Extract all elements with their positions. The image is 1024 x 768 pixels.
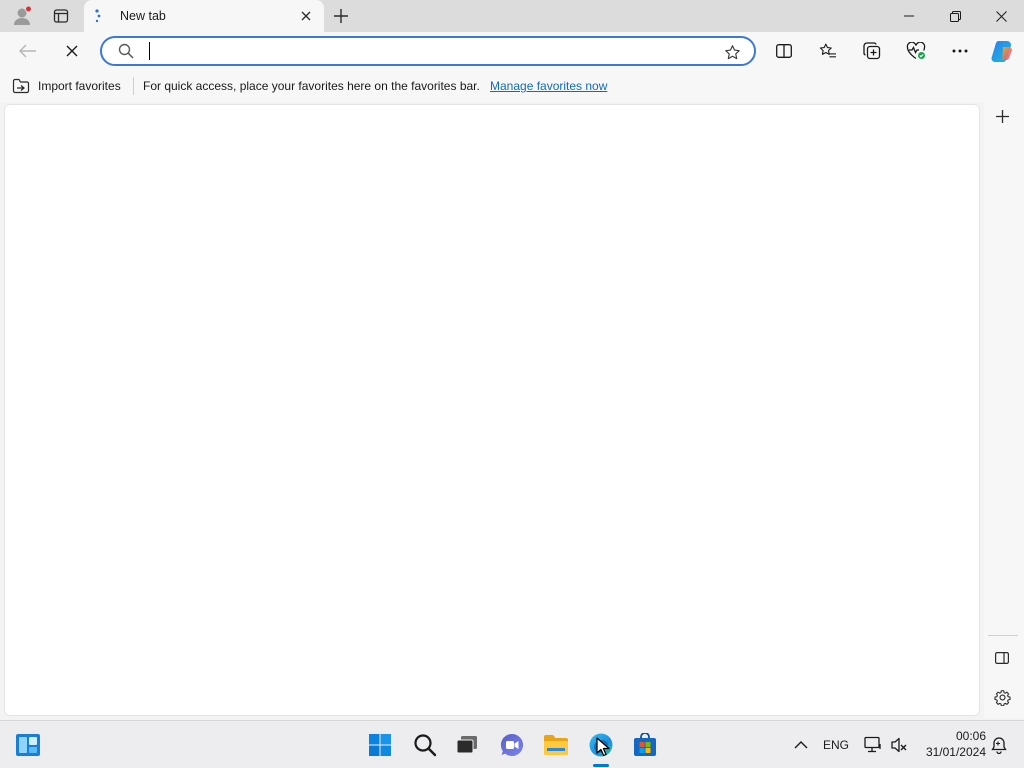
- close-icon: [995, 10, 1007, 22]
- task-view-button[interactable]: [453, 731, 481, 759]
- widgets-button[interactable]: [14, 731, 42, 759]
- navigation-toolbar: [0, 32, 1024, 70]
- active-app-indicator: [593, 764, 609, 767]
- clock[interactable]: 00:06 31/01/2024: [918, 729, 986, 759]
- favorites-bar: Import favorites For quick access, place…: [0, 70, 1024, 102]
- sidebar-panel-icon: [995, 652, 1009, 664]
- copilot-button[interactable]: [988, 36, 1016, 66]
- plus-icon: [995, 109, 1009, 123]
- import-favorites-label: Import favorites: [38, 79, 121, 93]
- search-icon: [413, 733, 437, 757]
- taskbar-search-button[interactable]: [411, 731, 439, 759]
- clock-date: 31/01/2024: [925, 745, 986, 759]
- volume-button[interactable]: [888, 734, 910, 756]
- split-screen-button[interactable]: [770, 37, 798, 65]
- address-bar[interactable]: [100, 36, 756, 66]
- show-hidden-icons-button[interactable]: [790, 735, 812, 755]
- restore-button[interactable]: [940, 2, 970, 30]
- notification-bell-icon: [990, 736, 1008, 754]
- close-window-button[interactable]: [986, 2, 1016, 30]
- address-input[interactable]: [148, 41, 708, 61]
- more-horizontal-icon: [952, 49, 968, 53]
- close-icon: [301, 11, 311, 21]
- hide-sidebar-button[interactable]: [988, 646, 1016, 670]
- tab-title: New tab: [120, 9, 166, 23]
- windows-start-icon: [368, 733, 392, 757]
- chat-icon: [499, 732, 525, 758]
- teams-chat-button[interactable]: [498, 731, 526, 759]
- volume-muted-icon: [890, 736, 908, 754]
- plus-icon: [334, 9, 348, 23]
- import-folder-icon: [12, 78, 30, 94]
- profile-button[interactable]: [8, 4, 36, 28]
- new-tab-button[interactable]: [330, 4, 352, 28]
- minimize-icon: [904, 11, 914, 21]
- close-icon: [66, 45, 78, 57]
- loading-spinner-icon: [94, 8, 108, 24]
- import-favorites-button[interactable]: Import favorites: [12, 76, 121, 96]
- notifications-button[interactable]: [988, 734, 1010, 756]
- clock-time: 00:06: [955, 729, 986, 743]
- favorites-list-icon: [819, 43, 837, 59]
- taskbar: ENG 00:06 31/01/2024: [0, 720, 1024, 768]
- collections-icon: [863, 42, 881, 60]
- back-arrow-icon: [19, 44, 37, 58]
- collections-button[interactable]: [858, 37, 886, 65]
- manage-favorites-link[interactable]: Manage favorites now: [490, 79, 607, 93]
- favorites-button[interactable]: [814, 37, 842, 65]
- store-icon: [633, 733, 657, 757]
- heartbeat-icon: [906, 42, 926, 60]
- minimize-button[interactable]: [894, 2, 924, 30]
- network-button[interactable]: [862, 734, 884, 756]
- split-screen-icon: [776, 44, 792, 58]
- tab-actions-button[interactable]: [48, 4, 74, 28]
- microsoft-store-button[interactable]: [631, 731, 659, 759]
- input-language-indicator[interactable]: ENG: [823, 738, 849, 752]
- text-caret: [149, 42, 150, 60]
- add-favorite-button[interactable]: [720, 41, 744, 63]
- search-icon: [118, 43, 134, 59]
- copilot-icon: [989, 38, 1015, 64]
- close-tab-button[interactable]: [298, 8, 314, 24]
- favorites-bar-message: For quick access, place your favorites h…: [143, 79, 480, 93]
- back-button[interactable]: [14, 37, 42, 65]
- folder-icon: [543, 734, 569, 756]
- widgets-icon: [15, 733, 41, 757]
- vertical-tabs-icon: [53, 8, 69, 24]
- gear-icon: [993, 689, 1011, 706]
- add-sidebar-app-button[interactable]: [988, 104, 1016, 128]
- profile-icon: [11, 5, 33, 27]
- edge-sidebar: [984, 102, 1024, 718]
- task-view-icon: [455, 734, 479, 756]
- star-icon: [724, 44, 741, 61]
- browser-essentials-button[interactable]: [902, 37, 930, 65]
- stop-loading-button[interactable]: [58, 37, 86, 65]
- divider: [988, 635, 1018, 636]
- divider: [133, 77, 134, 95]
- file-explorer-button[interactable]: [542, 731, 570, 759]
- restore-icon: [949, 10, 961, 22]
- settings-more-button[interactable]: [946, 37, 974, 65]
- start-button[interactable]: [366, 731, 394, 759]
- title-bar: New tab: [0, 0, 1024, 32]
- mouse-cursor-icon: [596, 737, 610, 757]
- chevron-up-icon: [794, 741, 808, 749]
- tab-new-tab[interactable]: New tab: [84, 0, 324, 32]
- network-disconnected-icon: [863, 736, 883, 754]
- page-content[interactable]: [4, 104, 980, 716]
- sidebar-settings-button[interactable]: [988, 685, 1016, 709]
